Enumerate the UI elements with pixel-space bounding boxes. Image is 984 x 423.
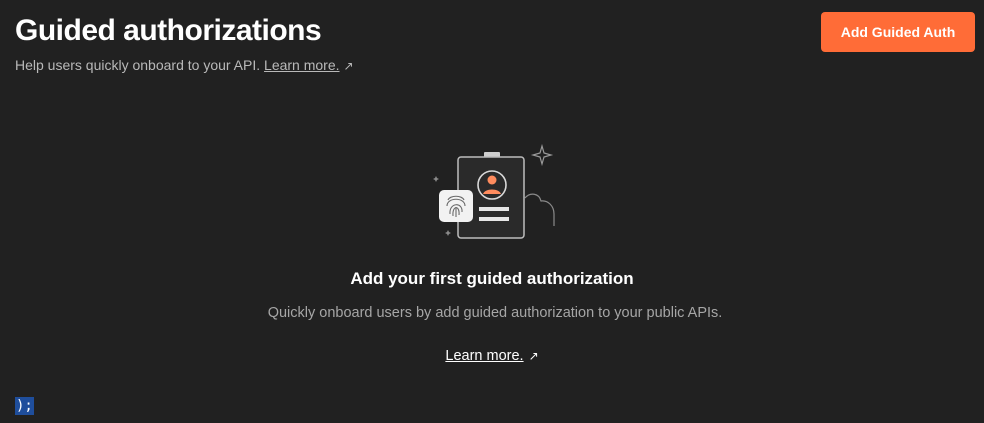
header-learn-more-link[interactable]: Learn more.: [264, 57, 339, 73]
page-title: Guided authorizations: [15, 14, 322, 47]
guided-authorizations-page: Guided authorizations Help users quickly…: [0, 0, 984, 423]
page-subtitle: Help users quickly onboard to your API. …: [15, 56, 354, 75]
id-badge-fingerprint-illustration-icon: [433, 143, 555, 239]
add-guided-auth-button[interactable]: Add Guided Auth: [821, 12, 975, 52]
empty-state-learn-more-link[interactable]: Learn more.: [445, 348, 523, 364]
selected-text-fragment: );: [15, 397, 34, 415]
external-link-arrow-icon: ↗: [528, 349, 539, 363]
empty-state-title: Add your first guided authorization: [350, 269, 634, 288]
empty-state-description: Quickly onboard users by add guided auth…: [267, 305, 723, 321]
empty-state-link-row: Learn more. ↗: [0, 347, 984, 365]
external-link-arrow-icon: ↗: [343, 59, 354, 73]
subtitle-text: Help users quickly onboard to your API.: [15, 57, 261, 73]
